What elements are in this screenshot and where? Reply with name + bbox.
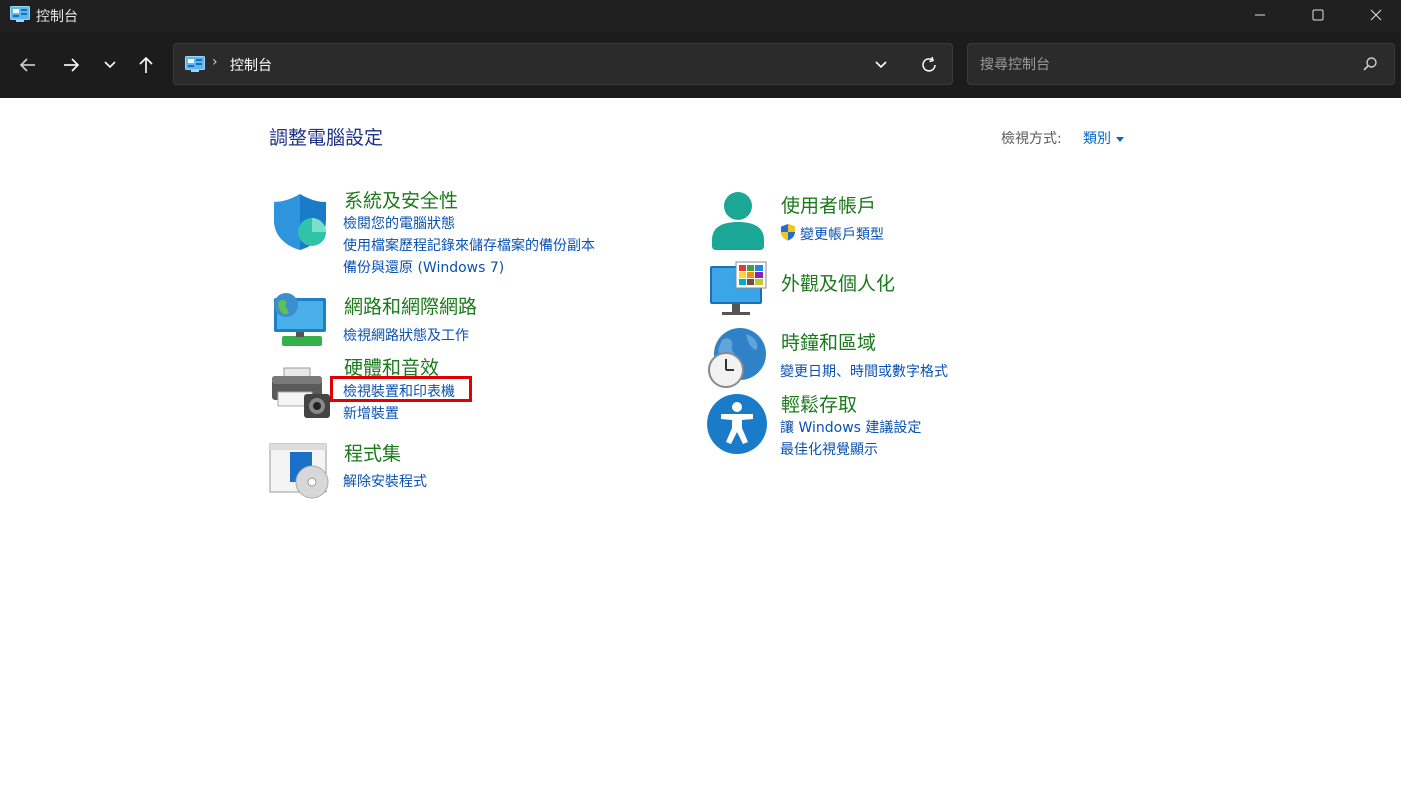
up-button[interactable] [131,50,161,80]
category-ease-of-access[interactable]: 輕鬆存取 [781,390,857,417]
appearance-icon[interactable] [706,258,770,322]
search-input[interactable] [978,52,1352,78]
clock-globe-icon[interactable] [706,326,770,390]
control-panel-icon [185,56,205,72]
arrow-right-icon [64,58,80,72]
link-backup-restore[interactable]: 備份與還原 (Windows 7) [343,257,504,277]
refresh-icon [922,56,936,72]
forward-button[interactable] [56,50,86,80]
link-network-status[interactable]: 檢視網路狀態及工作 [343,325,469,345]
recent-locations-button[interactable] [95,50,125,80]
caret-down-icon[interactable] [1116,136,1124,142]
category-network-internet[interactable]: 網路和網際網路 [344,292,477,319]
link-add-device[interactable]: 新增裝置 [343,403,399,423]
programs-icon[interactable] [268,440,332,504]
link-review-computer-status[interactable]: 檢閱您的電腦狀態 [343,213,455,233]
uac-shield-icon [781,224,795,241]
highlight-box [330,376,472,402]
category-clock-region[interactable]: 時鐘和區域 [781,328,876,355]
category-user-accounts[interactable]: 使用者帳戶 [781,191,876,218]
user-accounts-icon[interactable] [706,188,770,252]
breadcrumb-separator[interactable]: › [212,54,218,70]
maximize-icon [1312,9,1324,21]
page-title: 調整電腦設定 [269,127,384,149]
link-uninstall-program[interactable]: 解除安裝程式 [343,471,427,491]
refresh-button[interactable] [918,54,940,76]
view-by-dropdown[interactable]: 類別 [1083,128,1124,148]
accessibility-icon[interactable] [706,392,770,456]
category-appearance-personalization[interactable]: 外觀及個人化 [781,269,895,296]
link-change-account-type[interactable]: 變更帳戶類型 [800,224,884,244]
title-bar: 控制台 [0,0,1401,32]
network-globe-icon[interactable] [268,288,332,352]
link-optimize-visual-display[interactable]: 最佳化視覺顯示 [780,439,878,459]
chevron-down-icon [875,61,887,69]
arrow-left-icon [19,58,35,72]
category-system-security[interactable]: 系統及安全性 [344,186,458,213]
navigation-bar: › 控制台 [0,32,1401,98]
search-icon[interactable] [1362,56,1378,72]
breadcrumb-control-panel[interactable]: 控制台 [230,55,272,75]
chevron-down-icon [104,61,116,69]
control-panel-icon [10,6,30,22]
address-bar[interactable]: › 控制台 [173,43,953,85]
close-icon [1370,9,1382,21]
link-change-date-time-format[interactable]: 變更日期、時間或數字格式 [780,361,948,381]
minimize-button[interactable] [1231,0,1289,30]
minimize-icon [1255,14,1265,16]
close-button[interactable] [1347,0,1401,30]
printer-icon[interactable] [268,358,332,422]
search-box[interactable] [967,43,1395,85]
back-button[interactable] [13,50,43,80]
link-file-history-backup[interactable]: 使用檔案歷程記錄來儲存檔案的備份副本 [343,235,595,255]
view-by-value[interactable]: 類別 [1083,131,1111,147]
control-panel-window: 控制台 › 控制台 搜尋控制台 調整電腦設定 檢視方式: 類別 系統及安全性 檢… [0,0,1401,786]
window-title: 控制台 [36,9,78,25]
maximize-button[interactable] [1289,0,1347,30]
category-programs[interactable]: 程式集 [344,439,401,466]
shield-icon[interactable] [268,190,332,254]
address-dropdown-button[interactable] [870,54,892,76]
view-by-label: 檢視方式: [1001,131,1062,147]
arrow-up-icon [139,56,153,73]
link-let-windows-suggest[interactable]: 讓 Windows 建議設定 [780,417,921,437]
